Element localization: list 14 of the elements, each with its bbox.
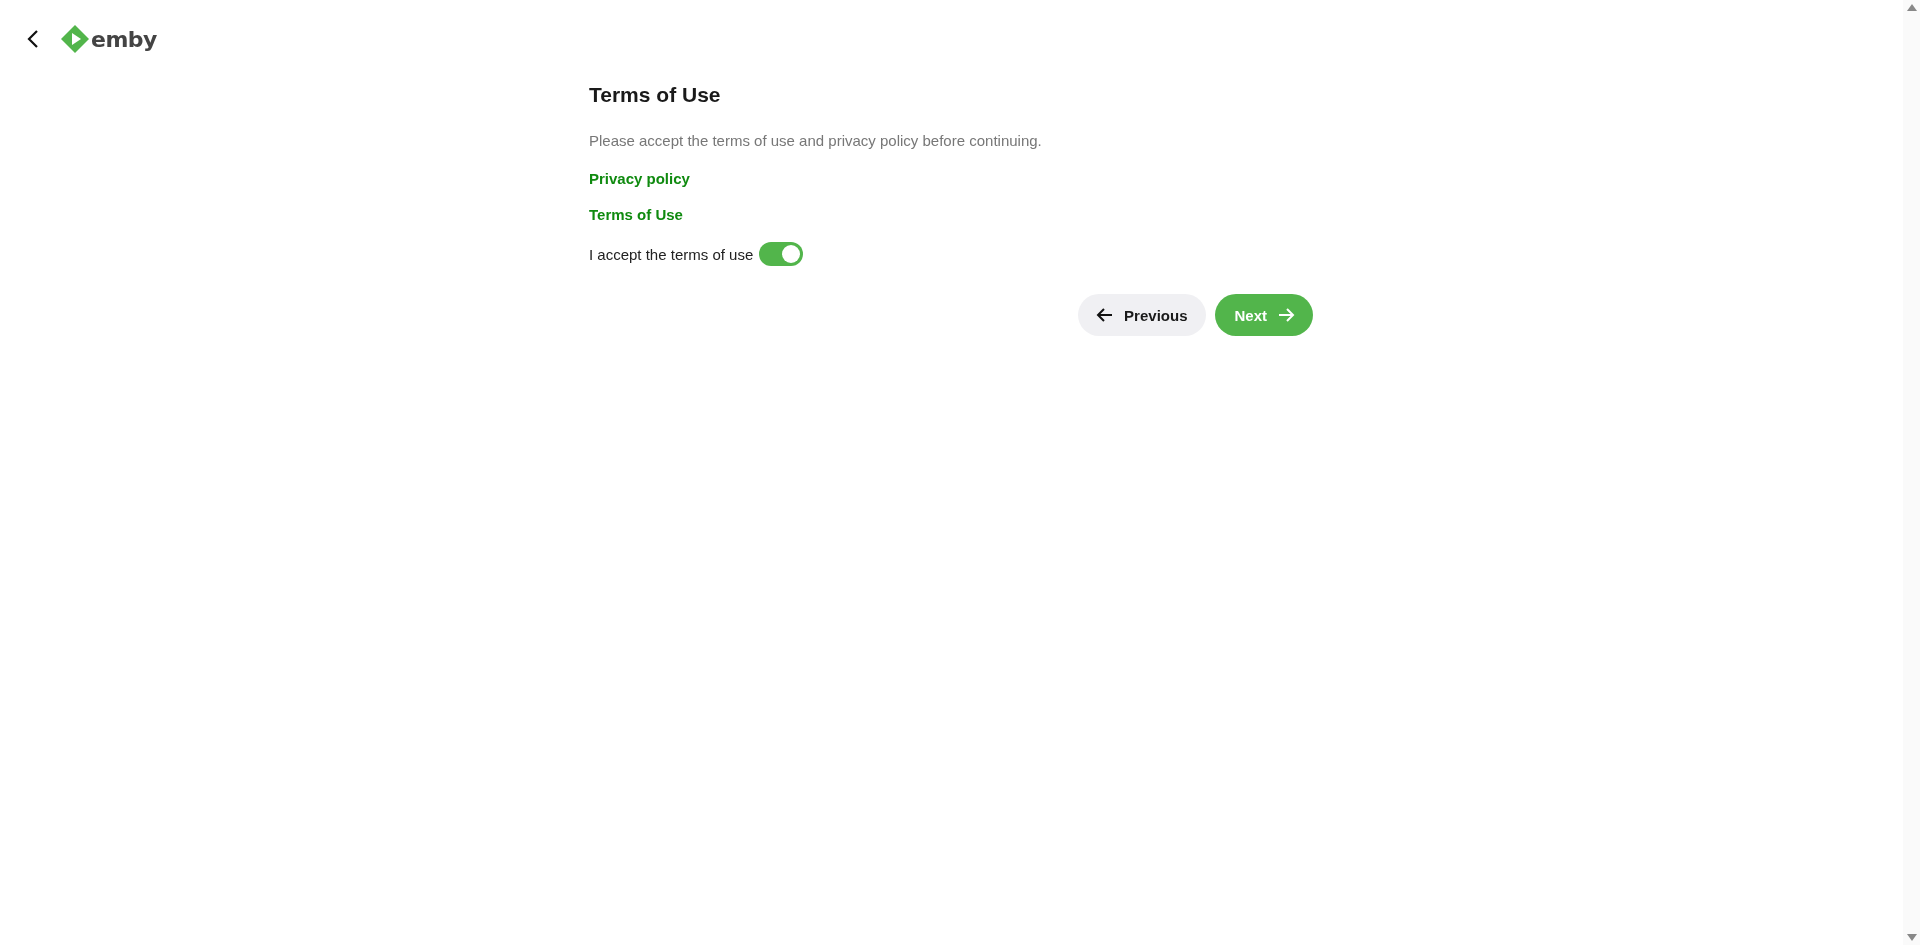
arrow-left-icon	[1096, 306, 1115, 324]
accept-toggle[interactable]	[759, 242, 804, 266]
previous-button[interactable]: Previous	[1078, 294, 1207, 336]
policy-link[interactable]: Terms of Use	[589, 206, 683, 223]
page-title: Terms of Use	[589, 83, 721, 107]
accept-label: I accept the terms of use	[589, 245, 754, 263]
policy-link[interactable]: Privacy policy	[589, 170, 690, 187]
logo-text: emby	[91, 26, 157, 52]
scroll-up-icon[interactable]	[1907, 4, 1917, 11]
logo-icon	[60, 24, 90, 54]
scroll-down-icon[interactable]	[1907, 934, 1917, 941]
arrow-right-icon	[1277, 306, 1295, 324]
description-text: Please accept the terms of use and privacy policy before continuing.	[589, 132, 1042, 149]
next-button[interactable]: Next	[1215, 294, 1313, 336]
